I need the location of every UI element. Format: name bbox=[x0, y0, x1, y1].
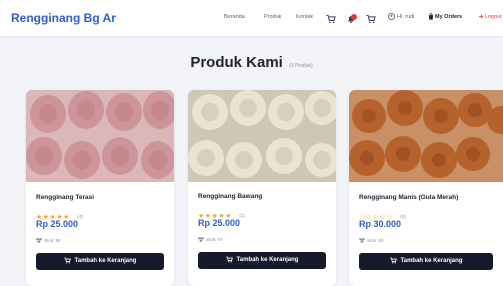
product-count: (3 Produk) bbox=[289, 63, 313, 69]
product-name[interactable]: Rengginang Terasi bbox=[36, 194, 94, 201]
rating-count: (0) bbox=[400, 214, 406, 219]
logout-icon bbox=[478, 13, 484, 20]
product-name[interactable]: Rengginang Manis (Gula Merah) bbox=[359, 194, 458, 201]
stock-label: Stok: 80 bbox=[367, 238, 384, 243]
user-icon bbox=[388, 13, 395, 20]
product-card: Rengginang Terasi ★★★★★ (4) Rp 25.000 St… bbox=[26, 90, 174, 286]
product-rating: ☆☆☆☆☆ (0) bbox=[359, 206, 406, 221]
product-name[interactable]: Rengginang Bawang bbox=[198, 193, 262, 200]
stock-label: Stok: 97 bbox=[206, 237, 223, 242]
stock-label: Stok: 95 bbox=[44, 238, 61, 243]
cart-icon[interactable] bbox=[326, 14, 336, 24]
add-to-cart-label: Tambah ke Keranjang bbox=[236, 257, 299, 263]
cart-icon-secondary[interactable] bbox=[366, 14, 376, 24]
cart-icon bbox=[389, 257, 397, 263]
product-image[interactable] bbox=[188, 90, 336, 182]
notification-badge bbox=[351, 14, 357, 20]
product-image[interactable] bbox=[349, 90, 503, 182]
orders-icon bbox=[428, 13, 434, 20]
cart-icon bbox=[225, 256, 233, 262]
rating-count: (4) bbox=[77, 214, 83, 219]
product-stock: Stok: 80 bbox=[359, 238, 384, 243]
notification-bell-icon[interactable] bbox=[346, 14, 357, 24]
product-card: Rengginang Bawang ★★★★★ (1) Rp 25.000 St… bbox=[188, 90, 336, 286]
nav-link-produk[interactable]: Produk bbox=[264, 14, 281, 20]
box-icon bbox=[198, 237, 204, 242]
product-price: Rp 25.000 bbox=[36, 219, 79, 229]
product-rating: ★★★★★ (1) bbox=[198, 205, 245, 220]
nav-link-kontak[interactable]: Kontak bbox=[296, 14, 313, 20]
product-card: Rengginang Manis (Gula Merah) ☆☆☆☆☆ (0) … bbox=[349, 90, 503, 286]
rating-count: (1) bbox=[239, 213, 245, 218]
logout-link[interactable]: Logout bbox=[485, 14, 502, 20]
add-to-cart-label: Tambah ke Keranjang bbox=[400, 258, 463, 264]
add-to-cart-button[interactable]: Tambah ke Keranjang bbox=[36, 253, 164, 270]
product-stock: Stok: 97 bbox=[198, 237, 223, 242]
section-title: Produk Kami (3 Produk) bbox=[0, 54, 503, 72]
cart-icon bbox=[63, 257, 71, 263]
box-icon bbox=[359, 238, 365, 243]
box-icon bbox=[36, 238, 42, 243]
top-navbar: Rengginang Bg Ar Beranda Produk Kontak H… bbox=[0, 0, 503, 36]
brand-logo[interactable]: Rengginang Bg Ar bbox=[11, 11, 116, 25]
product-image[interactable] bbox=[26, 90, 174, 182]
user-greeting[interactable]: Hi, rudi bbox=[397, 14, 414, 20]
add-to-cart-button[interactable]: Tambah ke Keranjang bbox=[198, 252, 326, 269]
product-rating: ★★★★★ (4) bbox=[36, 206, 83, 221]
my-orders-link[interactable]: My Orders bbox=[435, 14, 462, 20]
product-price: Rp 30.000 bbox=[359, 219, 402, 229]
add-to-cart-button[interactable]: Tambah ke Keranjang bbox=[359, 253, 493, 270]
page-title: Produk Kami bbox=[190, 54, 283, 71]
product-stock: Stok: 95 bbox=[36, 238, 61, 243]
add-to-cart-label: Tambah ke Keranjang bbox=[74, 258, 137, 264]
nav-link-beranda[interactable]: Beranda bbox=[224, 14, 245, 20]
product-price: Rp 25.000 bbox=[198, 218, 241, 228]
